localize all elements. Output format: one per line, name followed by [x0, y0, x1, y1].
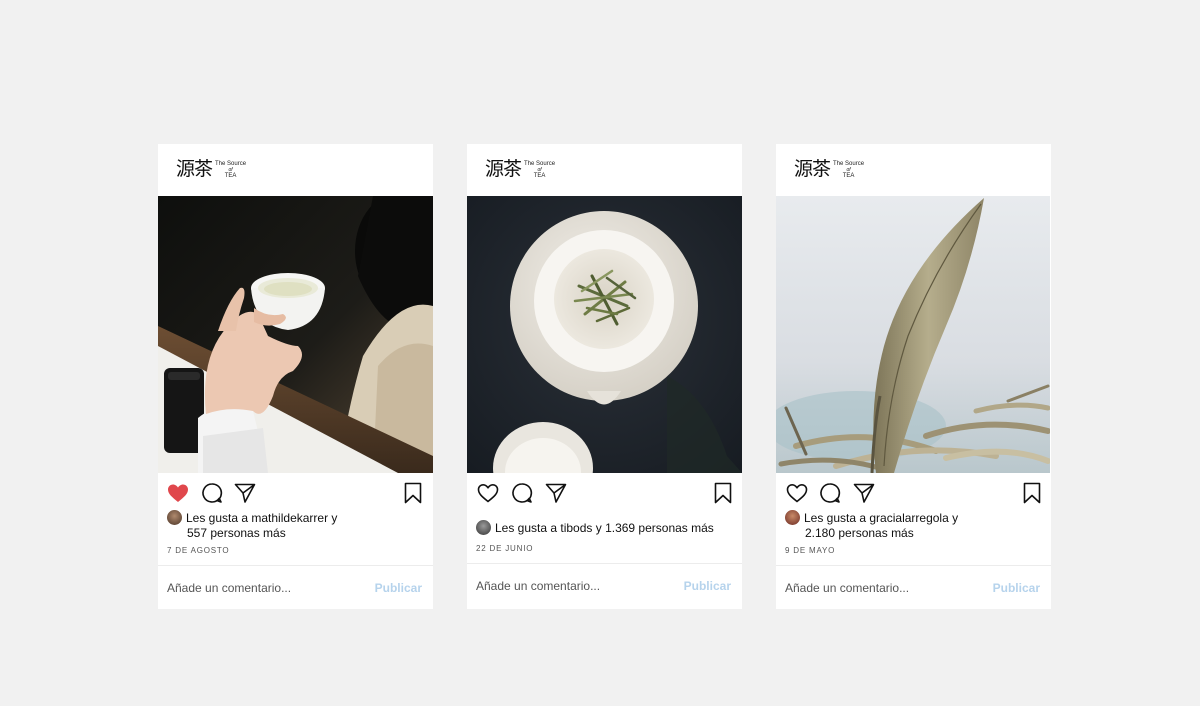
post-image[interactable]: [776, 196, 1051, 473]
paper-plane-icon[interactable]: [852, 481, 876, 505]
post-image[interactable]: [158, 196, 433, 473]
post-header: 源茶 The Source of TEA: [776, 144, 1051, 196]
bookmark-icon[interactable]: [401, 481, 425, 505]
speech-bubble-icon[interactable]: [200, 481, 224, 505]
likes-summary: Les gusta a gracialarregola y 2.180 pers…: [785, 510, 1025, 541]
likes-text-line-1[interactable]: Les gusta a gracialarregola y: [804, 511, 958, 525]
action-bar: [776, 481, 1051, 507]
bookmark-icon[interactable]: [711, 481, 735, 505]
bookmark-icon[interactable]: [1020, 481, 1044, 505]
comment-input[interactable]: Añade un comentario...: [785, 581, 909, 595]
divider: [776, 565, 1051, 566]
post-image[interactable]: [467, 196, 742, 473]
post-date: 9 DE MAYO: [785, 546, 836, 555]
brand-logo[interactable]: 源茶 The Source of TEA: [485, 158, 555, 180]
likes-text-line-2[interactable]: 2.180 personas más: [785, 526, 1025, 541]
avatar[interactable]: [785, 510, 800, 525]
heart-icon[interactable]: [166, 481, 190, 505]
post-card: 源茶 The Source of TEA: [467, 144, 742, 609]
speech-bubble-icon[interactable]: [510, 481, 534, 505]
comment-input[interactable]: Añade un comentario...: [167, 581, 291, 595]
avatar[interactable]: [476, 520, 491, 535]
action-bar: [467, 481, 742, 507]
divider: [467, 563, 742, 564]
logo-line-3: TEA: [533, 173, 546, 179]
post-header: 源茶 The Source of TEA: [158, 144, 433, 196]
publish-button[interactable]: Publicar: [993, 581, 1040, 595]
speech-bubble-icon[interactable]: [818, 481, 842, 505]
comment-input[interactable]: Añade un comentario...: [476, 579, 600, 593]
likes-summary: Les gusta a tibods y 1.369 personas más: [476, 520, 738, 536]
heart-icon[interactable]: [476, 481, 500, 505]
likes-row: Les gusta a mathildekarrer y: [167, 510, 407, 526]
logo-subtitle: The Source of TEA: [524, 161, 555, 179]
likes-text-line-1[interactable]: Les gusta a tibods y 1.369 personas más: [495, 521, 714, 535]
likes-row: Les gusta a tibods y 1.369 personas más: [476, 520, 738, 536]
heart-icon[interactable]: [785, 481, 809, 505]
post-date: 7 DE AGOSTO: [167, 546, 230, 555]
logo-subtitle: The Source of TEA: [833, 161, 864, 179]
avatar[interactable]: [167, 510, 182, 525]
post-date: 22 DE JUNIO: [476, 544, 534, 553]
likes-row: Les gusta a gracialarregola y: [785, 510, 1025, 526]
brand-logo[interactable]: 源茶 The Source of TEA: [176, 158, 246, 180]
logo-line-3: TEA: [842, 173, 855, 179]
likes-text-line-1[interactable]: Les gusta a mathildekarrer y: [186, 511, 337, 525]
logo-cjk-text: 源茶: [794, 158, 831, 180]
divider: [158, 565, 433, 566]
paper-plane-icon[interactable]: [544, 481, 568, 505]
logo-line-3: TEA: [224, 173, 237, 179]
publish-button[interactable]: Publicar: [375, 581, 422, 595]
likes-summary: Les gusta a mathildekarrer y 557 persona…: [167, 510, 407, 541]
publish-button[interactable]: Publicar: [684, 579, 731, 593]
action-bar: [158, 481, 433, 507]
post-card: 源茶 The Source of TEA: [158, 144, 433, 609]
paper-plane-icon[interactable]: [233, 481, 257, 505]
post-card: 源茶 The Source of TEA: [776, 144, 1051, 609]
logo-cjk-text: 源茶: [176, 158, 213, 180]
logo-subtitle: The Source of TEA: [215, 161, 246, 179]
post-header: 源茶 The Source of TEA: [467, 144, 742, 196]
likes-text-line-2[interactable]: 557 personas más: [167, 526, 407, 541]
logo-cjk-text: 源茶: [485, 158, 522, 180]
brand-logo[interactable]: 源茶 The Source of TEA: [794, 158, 864, 180]
